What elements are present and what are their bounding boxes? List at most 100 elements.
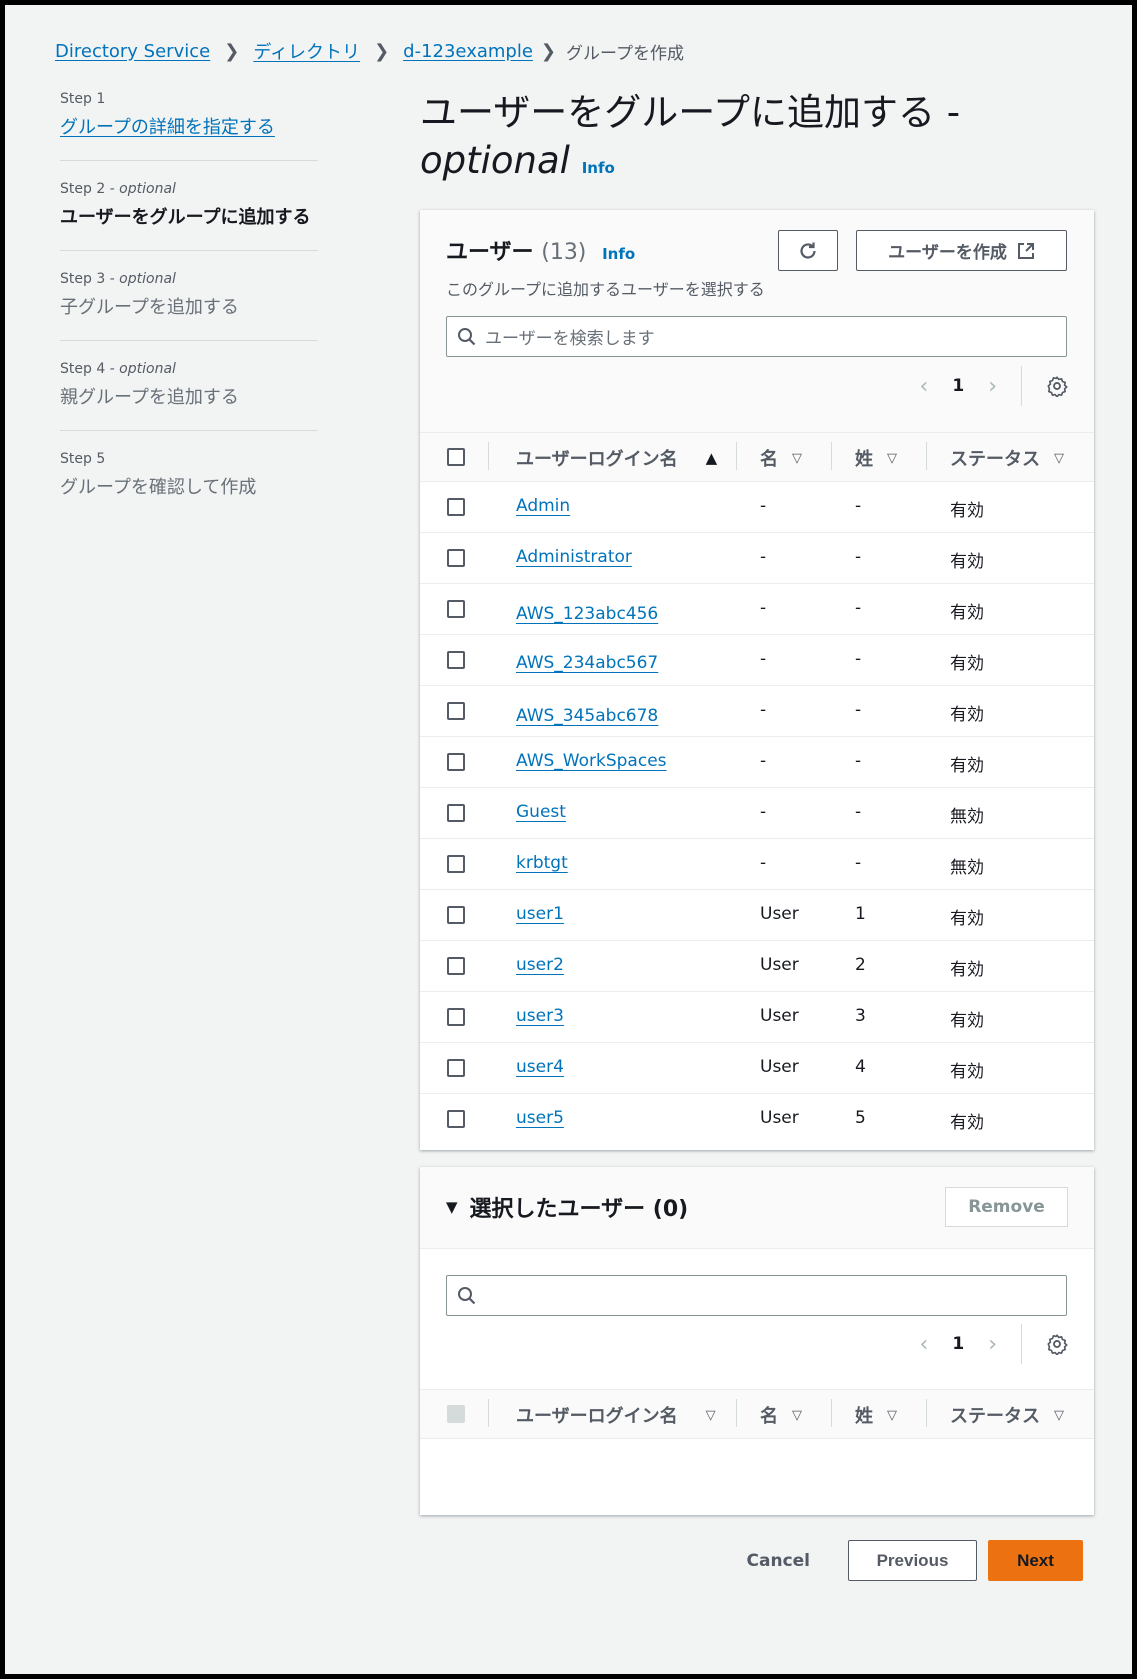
create-user-label: ユーザーを作成 (888, 243, 1007, 263)
last-name-cell: - (855, 496, 862, 516)
row-checkbox[interactable] (447, 906, 465, 924)
step-title: 親グループを追加する (60, 387, 239, 408)
column-header-login[interactable]: ユーザーログイン名 ▲ (488, 442, 717, 471)
current-page[interactable]: 1 (952, 376, 964, 396)
settings-gear-icon[interactable] (1046, 375, 1068, 397)
prev-page-icon[interactable]: ‹ (920, 374, 929, 399)
create-user-button[interactable]: ユーザーを作成 (856, 230, 1067, 271)
breadcrumb-directory-service[interactable]: Directory Service (55, 41, 210, 62)
user-login-link[interactable]: Guest (516, 802, 566, 822)
user-login-link[interactable]: user4 (516, 1057, 564, 1077)
page-title: ユーザーをグループに追加する - optional Info (420, 89, 1100, 192)
breadcrumb-directory-id[interactable]: d-123example (403, 41, 533, 62)
next-page-icon[interactable]: › (988, 1332, 997, 1357)
row-checkbox[interactable] (447, 1110, 465, 1128)
user-login-link[interactable]: user5 (516, 1108, 564, 1128)
info-link[interactable]: Info (582, 159, 615, 177)
row-checkbox[interactable] (447, 753, 465, 771)
sort-icon: ▽ (887, 450, 897, 466)
divider (1021, 1324, 1022, 1364)
first-name-cell: - (760, 649, 767, 669)
row-checkbox[interactable] (447, 549, 465, 567)
search-placeholder: ユーザーを検索します (485, 329, 655, 349)
prev-page-icon[interactable]: ‹ (920, 1332, 929, 1357)
user-login-link[interactable]: AWS_234abc567 (516, 653, 658, 673)
refresh-button[interactable] (778, 230, 838, 271)
table-row: Admin - - 有効 (420, 482, 1094, 533)
wizard-step-3: Step 3 - optional 子グループを追加する (60, 271, 318, 341)
step-label: Step 4 (60, 361, 106, 377)
wizard-step-5: Step 5 グループを確認して作成 (60, 451, 318, 520)
row-checkbox[interactable] (447, 804, 465, 822)
row-checkbox[interactable] (447, 1008, 465, 1026)
row-checkbox[interactable] (447, 651, 465, 669)
next-button[interactable]: Next (988, 1540, 1083, 1581)
page-frame: Directory Service ❯ ディレクトリ ❯ d-123exampl… (0, 0, 1137, 1679)
user-login-link[interactable]: Administrator (516, 547, 632, 567)
status-cell: 有効 (950, 603, 984, 623)
remove-button[interactable]: Remove (945, 1187, 1068, 1227)
column-label: ユーザーログイン名 (516, 449, 678, 470)
step-title-link[interactable]: グループの詳細を指定する (60, 117, 275, 138)
user-login-link[interactable]: AWS_WorkSpaces (516, 751, 667, 771)
selected-users-label: 選択したユーザー (0) (469, 1197, 689, 1222)
sort-icon: ▽ (792, 1407, 802, 1423)
column-header-first-name[interactable]: 名 ▽ (736, 442, 802, 471)
next-page-icon[interactable]: › (988, 374, 997, 399)
row-checkbox[interactable] (447, 1059, 465, 1077)
column-header-first-name[interactable]: 名 ▽ (736, 1399, 802, 1428)
first-name-cell: - (760, 547, 767, 567)
settings-gear-icon[interactable] (1046, 1333, 1068, 1355)
column-header-last-name[interactable]: 姓 ▽ (831, 442, 897, 471)
page-title-optional: optional (420, 139, 570, 182)
users-panel-header: ユーザー (13) Info このグループに追加するユーザーを選択する ユーザー… (420, 210, 1094, 432)
user-login-link[interactable]: user2 (516, 955, 564, 975)
status-cell: 有効 (950, 1011, 984, 1031)
status-cell: 有効 (950, 909, 984, 929)
column-header-status[interactable]: ステータス ▽ (926, 442, 1064, 471)
current-page[interactable]: 1 (952, 1334, 964, 1354)
step-title: 子グループを追加する (60, 297, 239, 318)
column-header-status[interactable]: ステータス ▽ (926, 1399, 1064, 1428)
breadcrumb-directories[interactable]: ディレクトリ (253, 38, 360, 64)
column-header-login[interactable]: ユーザーログイン名 ▽ (488, 1399, 716, 1428)
column-label: 姓 (855, 449, 873, 470)
column-header-last-name[interactable]: 姓 ▽ (831, 1399, 897, 1428)
user-login-link[interactable]: Admin (516, 496, 570, 516)
table-row: AWS_123abc456 - - 有効 (420, 584, 1094, 635)
user-login-link[interactable]: user3 (516, 1006, 564, 1026)
last-name-cell: - (855, 700, 862, 720)
user-search-input[interactable]: ユーザーを検索します (446, 316, 1067, 357)
user-login-link[interactable]: AWS_123abc456 (516, 604, 658, 624)
selected-users-header[interactable]: ▼ 選択したユーザー (0) Remove (420, 1167, 1094, 1249)
selected-table-header: ユーザーログイン名 ▽ 名 ▽ 姓 ▽ ステータス ▽ (420, 1389, 1094, 1439)
sort-icon: ▽ (705, 1407, 716, 1423)
last-name-cell: - (855, 649, 862, 669)
row-checkbox[interactable] (447, 498, 465, 516)
row-checkbox[interactable] (447, 855, 465, 873)
cancel-button[interactable]: Cancel (747, 1551, 810, 1571)
user-login-link[interactable]: AWS_345abc678 (516, 706, 658, 726)
column-label: 姓 (855, 1406, 873, 1427)
first-name-cell: User (760, 1108, 799, 1128)
info-link[interactable]: Info (602, 245, 635, 263)
row-checkbox[interactable] (447, 957, 465, 975)
users-panel-title: ユーザー (13) Info (446, 234, 635, 266)
row-checkbox[interactable] (447, 600, 465, 618)
user-login-link[interactable]: user1 (516, 904, 564, 924)
selected-users-title[interactable]: ▼ 選択したユーザー (0) (446, 1191, 688, 1223)
search-icon (458, 1286, 476, 1304)
last-name-cell: 2 (855, 955, 866, 975)
select-all-checkbox[interactable] (447, 448, 465, 466)
last-name-cell: 5 (855, 1108, 866, 1128)
search-icon (458, 327, 476, 345)
user-login-link[interactable]: krbtgt (516, 853, 568, 873)
sort-icon: ▽ (887, 1407, 897, 1423)
users-panel-description: このグループに追加するユーザーを選択する (446, 280, 765, 299)
table-row: user1 User 1 有効 (420, 890, 1094, 941)
status-cell: 有効 (950, 960, 984, 980)
selected-search-input[interactable] (446, 1275, 1067, 1316)
row-checkbox[interactable] (447, 702, 465, 720)
previous-button[interactable]: Previous (848, 1540, 977, 1581)
table-row: user2 User 2 有効 (420, 941, 1094, 992)
